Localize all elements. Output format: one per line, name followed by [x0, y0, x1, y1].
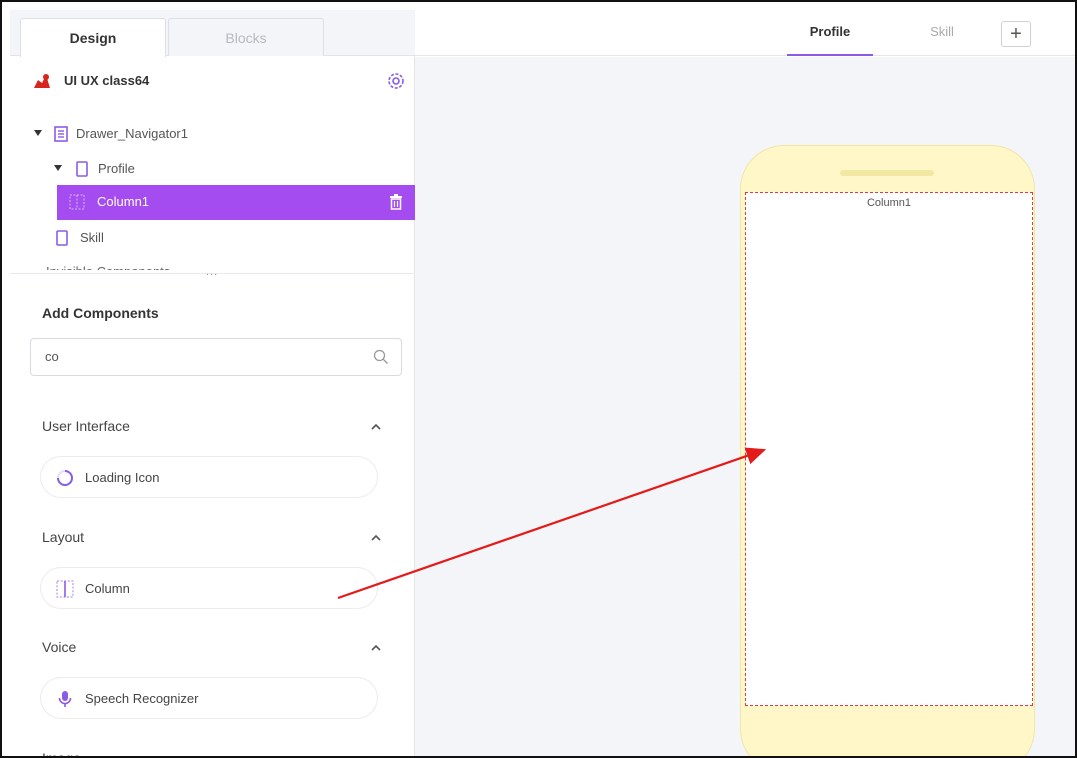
tree-item-profile[interactable]: Profile — [10, 152, 415, 186]
search-box[interactable] — [30, 338, 402, 376]
app-window: Design Blocks UI UX class64 Drawer_Navig… — [0, 0, 1077, 758]
tab-skill[interactable]: Skill — [899, 10, 985, 56]
tree-item-label: Drawer_Navigator1 — [76, 126, 188, 141]
project-row[interactable]: UI UX class64 — [10, 65, 415, 97]
gear-icon[interactable] — [386, 71, 406, 91]
tree-item-label: Profile — [98, 161, 135, 176]
tree-item-skill[interactable]: Skill — [10, 221, 415, 255]
resize-handle-dots[interactable]: ... — [206, 266, 218, 278]
tab-design[interactable]: Design — [20, 18, 166, 57]
component-label: Loading Icon — [85, 470, 160, 485]
phone-speaker — [840, 170, 934, 176]
component-loading-icon[interactable]: Loading Icon — [40, 456, 378, 498]
component-label: Column — [85, 581, 130, 596]
component-tree: UI UX class64 Drawer_Navigator1 Profile … — [10, 57, 415, 279]
microphone-icon — [58, 691, 72, 707]
drawer-icon — [54, 126, 68, 142]
trash-icon[interactable] — [389, 194, 403, 210]
screen-icon — [76, 161, 88, 177]
tab-blocks[interactable]: Blocks — [168, 18, 324, 56]
search-icon[interactable] — [373, 349, 389, 365]
category-user-interface[interactable]: User Interface — [42, 418, 130, 434]
category-layout[interactable]: Layout — [42, 529, 84, 545]
tree-item-drawer-navigator[interactable]: Drawer_Navigator1 — [10, 117, 415, 151]
project-logo-icon — [34, 74, 50, 88]
invisible-components-header[interactable]: Invisible Components — [46, 260, 170, 270]
editor-tabs: Design Blocks — [10, 10, 415, 57]
component-speech-recognizer[interactable]: Speech Recognizer — [40, 677, 378, 719]
component-name-label: Column1 — [866, 197, 912, 209]
component-label: Speech Recognizer — [85, 691, 199, 706]
left-panel: Design Blocks UI UX class64 Drawer_Navig… — [10, 10, 415, 756]
category-image[interactable]: Image — [42, 750, 81, 756]
category-voice[interactable]: Voice — [42, 639, 76, 655]
add-components-title: Add Components — [42, 305, 159, 321]
add-screen-button[interactable]: + — [1001, 21, 1031, 47]
design-canvas: Column1 — [415, 57, 1075, 756]
component-column[interactable]: Column — [40, 567, 378, 609]
loading-spinner-icon — [57, 470, 73, 486]
screen-icon — [56, 230, 68, 246]
chevron-up-icon[interactable] — [370, 644, 382, 652]
tree-item-label: Column1 — [97, 194, 150, 209]
screen-tabs: Profile Skill + — [415, 10, 1075, 56]
column-icon — [56, 580, 74, 598]
chevron-up-icon[interactable] — [370, 534, 382, 542]
column1-component[interactable]: Column1 — [745, 192, 1033, 706]
project-name: UI UX class64 — [64, 73, 150, 88]
tab-profile[interactable]: Profile — [787, 10, 873, 56]
column-icon — [69, 194, 85, 210]
chevron-up-icon[interactable] — [370, 423, 382, 431]
tree-item-column1[interactable]: Column1 — [57, 185, 415, 220]
caret-down-icon[interactable] — [34, 130, 42, 136]
caret-down-icon[interactable] — [54, 165, 62, 171]
search-input[interactable] — [45, 349, 345, 364]
tree-item-label: Skill — [80, 230, 104, 245]
phone-frame: Column1 — [740, 145, 1035, 756]
